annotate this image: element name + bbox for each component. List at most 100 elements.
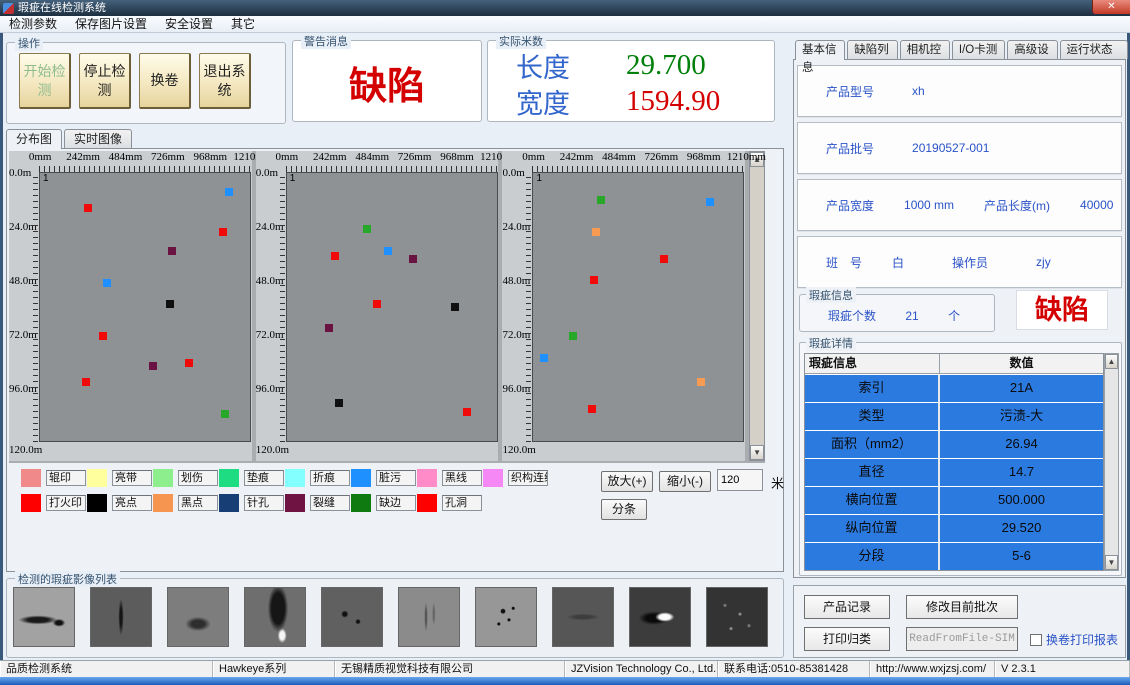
defect-marker[interactable] [590,276,598,284]
detail-table-row[interactable]: 面积（mm2）26.94 [805,431,1103,458]
product-model-row: 产品型号 xh [797,65,1122,117]
defect-marker[interactable] [384,247,392,255]
defect-marker[interactable] [463,408,471,416]
defect-thumbnail-8[interactable] [552,587,614,647]
defect-thumbnail-1[interactable] [13,587,75,647]
defect-marker[interactable] [588,405,596,413]
defect-marker[interactable] [103,279,111,287]
tab-right-3[interactable]: 相机控制 [900,40,950,59]
legend-label: 亮带 [112,470,152,486]
tab-right-6[interactable]: 运行状态信息 [1060,40,1128,59]
defect-marker[interactable] [82,378,90,386]
op-button-1[interactable]: 开始检测 [19,53,71,109]
close-icon[interactable]: ✕ [1092,0,1130,14]
op-button-3[interactable]: 换卷 [139,53,191,109]
roll-print-checkbox[interactable] [1030,634,1042,646]
operation-group-label: 操作 [15,35,43,51]
legend-label: 黑线 [442,470,482,486]
tab-right-5[interactable]: 高级设置 [1007,40,1057,59]
zoom-out-button[interactable]: 缩小(-) [659,471,711,492]
width-label: 宽度 [516,82,626,121]
meters-input[interactable] [717,469,763,491]
shift-label: 班 号 [826,254,862,271]
defect-thumbnail-2[interactable] [90,587,152,647]
defect-marker[interactable] [373,300,381,308]
detail-table-row[interactable]: 索引21A [805,375,1103,402]
detail-table-row[interactable]: 横向位置500.000 [805,487,1103,514]
detail-table-row[interactable]: 分段5-6 [805,543,1103,570]
defect-marker[interactable] [99,332,107,340]
defect-thumbnail-9[interactable] [629,587,691,647]
menu-item-2[interactable]: 保存图片设置 [66,16,156,32]
op-button-2[interactable]: 停止检测 [79,53,131,109]
print-classify-button[interactable]: 打印归类 [804,627,890,651]
detail-table-row[interactable]: 纵向位置29.520 [805,515,1103,542]
defect-marker[interactable] [660,255,668,263]
status-cell-5: 联系电话:0510-85381428 [718,661,870,677]
ruler-tick-label: 484mm [355,151,389,163]
defect-marker[interactable] [168,247,176,255]
defect-thumbnail-3[interactable] [167,587,229,647]
defect-thumbnails [13,587,768,647]
defect-info-group: 瑕疵信息 瑕疵个数 21 个 [799,294,995,332]
defect-marker[interactable] [84,204,92,212]
modify-batch-button[interactable]: 修改目前批次 [906,595,1018,619]
menu-item-3[interactable]: 安全设置 [156,16,222,32]
defect-thumbnail-7[interactable] [475,587,537,647]
product-length-label: 产品长度(m) [984,197,1050,214]
defect-marker[interactable] [185,359,193,367]
product-record-button[interactable]: 产品记录 [804,595,890,619]
plots-scrollbar[interactable]: ▲▼ [749,151,765,461]
defect-marker[interactable] [597,196,605,204]
roll-print-checkbox-wrap: 换卷打印报表 [1030,631,1118,648]
plot-area[interactable]: 1 [39,172,251,442]
defect-marker[interactable] [363,225,371,233]
legend-item: 裂缝 [285,494,351,512]
legend-swatch [153,469,173,487]
length-row: 长度 29.700 [516,49,756,81]
defect-thumbnail-4[interactable] [244,587,306,647]
defect-marker[interactable] [219,228,227,236]
plot-area[interactable]: 1 [532,172,744,442]
tab-right-4[interactable]: I/O卡测试 [952,40,1005,59]
defect-thumbnail-10[interactable] [706,587,768,647]
status-cell-4: JZVision Technology Co., Ltd. [565,661,718,677]
defect-marker[interactable] [697,378,705,386]
basic-info-page: 产品型号 xh 产品批号 20190527-001 产品宽度 1000 mm 产… [793,59,1126,578]
defect-marker[interactable] [569,332,577,340]
tab-right-1[interactable]: 基本信息 [795,40,845,60]
defect-marker[interactable] [592,228,600,236]
defect-marker[interactable] [335,399,343,407]
menu-item-4[interactable]: 其它 [222,16,264,32]
defect-marker[interactable] [706,198,714,206]
tab-right-2[interactable]: 缺陷列表 [847,40,897,59]
defect-thumbnail-5[interactable] [321,587,383,647]
defect-marker[interactable] [221,410,229,418]
defect-marker[interactable] [149,362,157,370]
defect-marker[interactable] [540,354,548,362]
menu-item-1[interactable]: 检测参数 [0,16,66,32]
detail-table-scrollbar[interactable]: ▲ ▼ [1104,353,1119,571]
scroll-down-icon[interactable]: ▼ [1105,555,1118,570]
length-label: 长度 [516,46,626,85]
defect-marker[interactable] [451,303,459,311]
defect-thumbnail-6[interactable] [398,587,460,647]
defect-marker[interactable] [225,188,233,196]
length-value: 29.700 [626,49,706,82]
op-button-4[interactable]: 退出系统 [199,53,251,109]
detail-table-row[interactable]: 类型污渍-大 [805,403,1103,430]
status-cell-6: http://www.wxjzsj.com/ [870,661,995,677]
defect-marker[interactable] [331,252,339,260]
tab-left-1[interactable]: 分布图 [6,129,62,149]
detail-table-row[interactable]: 直径14.7 [805,459,1103,486]
defect-legend: 辊印亮带划伤垫痕折痕脏污黑线织构连线打火印亮点黑点针孔裂缝缺边孔洞 [21,469,611,519]
defect-marker[interactable] [166,300,174,308]
zoom-in-button[interactable]: 放大(+) [601,471,653,492]
scroll-up-icon[interactable]: ▲ [1105,354,1118,369]
defect-marker[interactable] [409,255,417,263]
plot-area[interactable]: 1 [286,172,498,442]
defect-marker[interactable] [325,324,333,332]
scroll-down-icon[interactable]: ▼ [750,445,764,460]
split-button[interactable]: 分条 [601,499,647,520]
tab-left-2[interactable]: 实时图像 [64,129,132,148]
